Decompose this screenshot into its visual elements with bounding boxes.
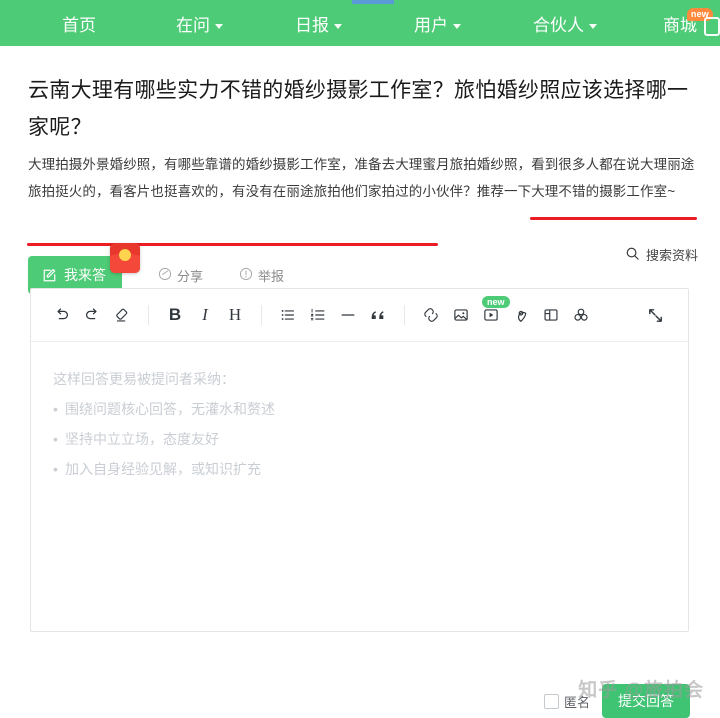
toolbar-divider (148, 305, 149, 325)
answer-editor: B I H new 这样回答更易被提问者采纳： • 围绕问题核心回答，无灌水和赘… (30, 288, 689, 632)
nav-item-label: 合伙人 (533, 16, 584, 35)
nav-item-users[interactable]: 用户 (414, 6, 461, 46)
table-icon[interactable] (536, 300, 566, 330)
answer-input-placeholder[interactable]: 这样回答更易被提问者采纳： 围绕问题核心回答，无灌水和赘述 坚持中立立场，态度友… (31, 342, 688, 484)
horizontal-rule-icon[interactable] (333, 300, 363, 330)
annotation-underline-1 (530, 217, 697, 220)
clear-format-icon[interactable] (107, 300, 137, 330)
placeholder-heading: 这样回答更易被提问者采纳： (53, 371, 235, 387)
pen-edit-icon (42, 268, 57, 283)
browser-tab-remnant (352, 0, 394, 4)
nav-item-label: 用户 (414, 16, 448, 35)
app-download-icon[interactable] (704, 17, 720, 36)
heading-icon[interactable]: H (220, 300, 250, 330)
anonymous-label: 匿名 (563, 694, 590, 710)
fullscreen-icon[interactable] (640, 300, 670, 330)
link-icon[interactable] (416, 300, 446, 330)
search-materials-button[interactable]: 搜索资料 (625, 245, 698, 264)
nav-item-daily[interactable]: 日报 (295, 6, 342, 46)
chevron-down-icon (589, 23, 597, 29)
nav-item-partner[interactable]: 合伙人 (533, 6, 597, 46)
ordered-list-icon[interactable] (303, 300, 333, 330)
placeholder-tip: 围绕问题核心回答，无灌水和赘述 (53, 394, 688, 424)
red-packet-icon[interactable] (110, 243, 140, 273)
location-icon[interactable] (506, 300, 536, 330)
toolbar-divider (261, 305, 262, 325)
report-label: 举报 (258, 268, 285, 284)
main-navbar: 首页 在问 日报 用户 合伙人 商城 new (0, 6, 720, 46)
nav-item-label: 在问 (176, 16, 210, 35)
checkbox-box-icon (543, 693, 559, 709)
nav-item-ask[interactable]: 在问 (176, 6, 223, 46)
undo-icon[interactable] (47, 300, 77, 330)
toolbar-divider (404, 305, 405, 325)
editor-toolbar: B I H new (31, 289, 688, 342)
blockquote-icon[interactable] (363, 300, 393, 330)
formula-icon[interactable] (566, 300, 596, 330)
nav-item-home[interactable]: 首页 (62, 6, 96, 46)
placeholder-tip: 加入自身经验见解，或知识扩充 (53, 454, 688, 484)
bullet-list-icon[interactable] (273, 300, 303, 330)
video-icon[interactable]: new (476, 296, 510, 330)
share-button[interactable]: 分享 (158, 266, 203, 285)
chevron-down-icon (215, 23, 223, 29)
bold-icon[interactable]: B (160, 300, 190, 330)
answer-button-label: 我来答 (64, 267, 106, 283)
image-icon[interactable] (446, 300, 476, 330)
share-label: 分享 (177, 268, 204, 284)
share-icon (158, 267, 177, 284)
chevron-down-icon (334, 23, 342, 29)
report-icon (239, 267, 258, 284)
annotation-underline-2 (27, 243, 438, 246)
bold-glyph: B (168, 305, 182, 324)
anonymous-checkbox[interactable]: 匿名 (543, 692, 590, 711)
page-title: 云南大理有哪些实力不错的婚纱摄影工作室？旅怕婚纱照应该选择哪一家呢？ (28, 79, 689, 139)
placeholder-tip: 坚持中立立场，态度友好 (53, 424, 688, 454)
search-materials-label: 搜索资料 (645, 248, 698, 263)
heading-glyph: H (228, 305, 242, 324)
nav-item-label: 首页 (62, 16, 96, 35)
chevron-down-icon (453, 23, 461, 29)
italic-icon[interactable]: I (190, 300, 220, 330)
nav-item-store[interactable]: 商城 new (663, 6, 713, 46)
report-button[interactable]: 举报 (239, 266, 284, 285)
italic-glyph: I (202, 305, 208, 324)
submit-answer-button[interactable]: 提交回答 (602, 684, 690, 718)
search-icon (625, 246, 646, 264)
submit-answer-label: 提交回答 (618, 693, 674, 709)
redo-icon[interactable] (77, 300, 107, 330)
editor-footer: 匿名 提交回答 (543, 684, 690, 718)
question-description: 大理拍摄外景婚纱照，有哪些靠谱的婚纱摄影工作室，准备去大理蜜月旅拍婚纱照，看到很… (28, 157, 695, 199)
nav-item-label: 日报 (295, 16, 329, 35)
